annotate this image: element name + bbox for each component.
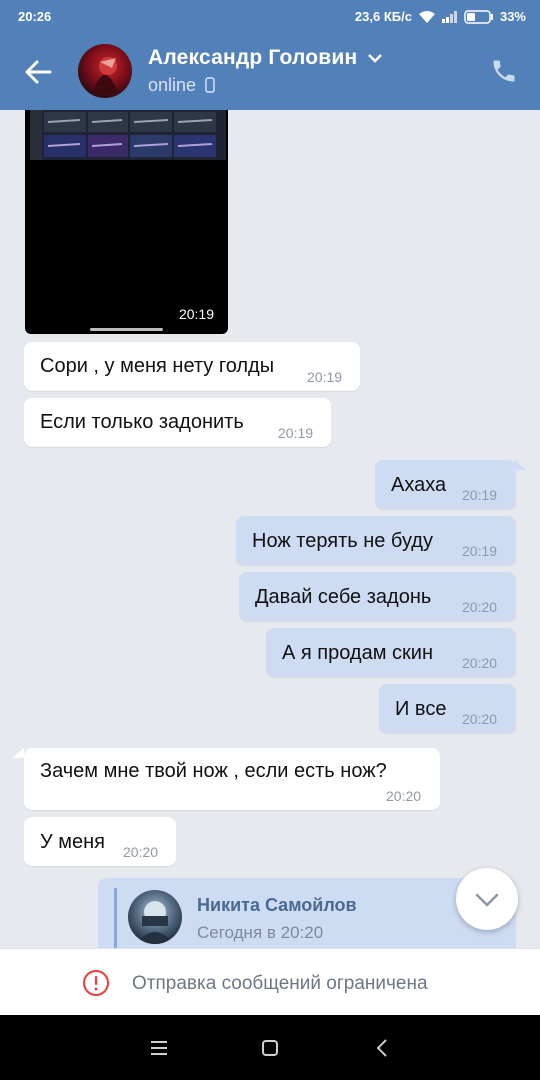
- forwarded-date: Сегодня в 20:20: [197, 923, 324, 942]
- message-text: Давай себе задонь: [255, 586, 432, 608]
- message-time: 20:19: [462, 543, 498, 559]
- message-bubble-out[interactable]: Давай себе задонь 20:20: [239, 572, 516, 621]
- media-thumbnail: [30, 110, 216, 160]
- message-text: Зачем мне твой нож , если есть нож?: [40, 760, 387, 782]
- message-bubble-out[interactable]: И все 20:20: [379, 684, 516, 733]
- mobile-icon: [205, 77, 215, 93]
- message-bubble-out[interactable]: Ахаха 20:19: [375, 460, 516, 509]
- message-time: 20:20: [462, 599, 498, 615]
- network-speed: 23,6 КБ/с: [354, 9, 412, 24]
- forwarded-avatar-art: [136, 901, 174, 944]
- warning-icon: [82, 969, 110, 997]
- message-text: У меня: [40, 831, 106, 853]
- media-preview: [30, 110, 226, 160]
- battery-level: 33%: [499, 9, 526, 24]
- message-time: 20:19: [307, 369, 343, 385]
- menu-icon[interactable]: [146, 1035, 172, 1061]
- message-bubble-in[interactable]: У меня 20:20: [24, 817, 176, 866]
- bubble-tail: [514, 460, 526, 470]
- status-bar: 20:26 23,6 КБ/с 33%: [0, 0, 540, 30]
- message-text: Ахаха: [391, 474, 447, 496]
- signal-icon: [441, 10, 457, 23]
- message-time: 20:20: [462, 655, 498, 671]
- back-arrow-icon[interactable]: [22, 56, 54, 88]
- chevron-down-icon: [475, 893, 499, 907]
- contact-status: online: [148, 75, 215, 96]
- bubble-tail: [12, 748, 24, 758]
- message-bubble-in[interactable]: Сори , у меня нету голды 20:19: [24, 342, 360, 391]
- wifi-icon: [418, 10, 435, 23]
- status-right: 23,6 КБ/с 33%: [355, 9, 526, 24]
- message-text: И все: [395, 698, 447, 720]
- contact-name[interactable]: Александр Головин: [148, 46, 383, 70]
- restriction-text: Отправка сообщений ограничена: [132, 973, 428, 994]
- message-bubble-out[interactable]: Нож терять не буду 20:19: [236, 516, 516, 565]
- back-icon[interactable]: [370, 1035, 396, 1061]
- message-time: 20:20: [123, 844, 159, 860]
- message-bubble-in[interactable]: Зачем мне твой нож , если есть нож? 20:2…: [24, 748, 440, 810]
- message-list[interactable]: 20:19 Сори , у меня нету голды 20:19 Есл…: [0, 110, 540, 948]
- phone-icon[interactable]: [490, 57, 518, 85]
- media-message[interactable]: 20:19: [25, 110, 228, 334]
- message-time: 20:20: [462, 711, 498, 727]
- battery-icon: [464, 9, 493, 24]
- system-nav-bar: [0, 1015, 540, 1080]
- status-time: 20:26: [18, 9, 52, 24]
- contact-avatar[interactable]: [78, 44, 132, 98]
- forwarded-avatar[interactable]: [128, 890, 182, 944]
- media-time: 20:19: [178, 306, 214, 322]
- forwarded-message[interactable]: Никита Самойлов Сегодня в 20:20: [98, 878, 516, 948]
- chevron-down-icon[interactable]: [367, 52, 383, 64]
- contact-status-text: online: [148, 75, 197, 95]
- scroll-down-button[interactable]: [456, 868, 518, 930]
- contact-name-text: Александр Головин: [148, 46, 358, 69]
- message-text: Если только задонить: [40, 411, 244, 433]
- chat-header: Александр Головин online: [0, 30, 540, 110]
- message-text: Нож терять не буду: [252, 530, 433, 552]
- media-progress-bar: [90, 328, 163, 331]
- quote-line: [114, 888, 117, 948]
- message-time: 20:20: [386, 788, 422, 804]
- home-icon[interactable]: [257, 1035, 283, 1061]
- message-time: 20:19: [278, 425, 314, 441]
- message-restriction-bar: Отправка сообщений ограничена: [0, 948, 540, 1016]
- avatar-art: [92, 57, 118, 94]
- forwarded-author: Никита Самойлов: [197, 895, 357, 915]
- message-bubble-in[interactable]: Если только задонить 20:19: [24, 398, 331, 447]
- message-bubble-out[interactable]: А я продам скин 20:20: [266, 628, 516, 677]
- message-time: 20:19: [462, 487, 498, 503]
- message-text: А я продам скин: [282, 642, 433, 664]
- message-text: Сори , у меня нету голды: [40, 355, 275, 377]
